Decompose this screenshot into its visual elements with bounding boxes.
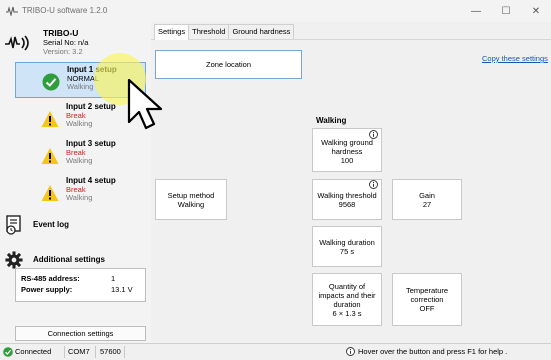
- warning-icon: [41, 185, 59, 201]
- power-supply-value: 13.1 V: [111, 285, 133, 294]
- additional-settings-label: Additional settings: [33, 255, 105, 264]
- input-activity: Walking: [67, 82, 94, 91]
- mouse-cursor-icon: [127, 78, 163, 130]
- setup-method-label: Setup method: [167, 190, 215, 200]
- connected-check-icon: [3, 347, 13, 357]
- impacts-button[interactable]: Quantity of impacts and their duration 6…: [312, 273, 382, 326]
- status-separator: [124, 346, 125, 358]
- connection-status: Connected: [15, 347, 52, 356]
- input-activity: Walking: [66, 193, 93, 202]
- title-bar: TRIBO-U software 1.2.0 — ☐ ✕: [0, 0, 551, 22]
- walking-section-title: Walking: [316, 116, 347, 125]
- tab-threshold[interactable]: Threshold: [188, 24, 230, 39]
- status-separator: [64, 346, 65, 358]
- temperature-correction-value: OFF: [419, 304, 435, 313]
- tab-bar: Settings Threshold Ground hardness: [154, 24, 295, 40]
- event-log-label: Event log: [33, 220, 70, 229]
- sidebar-item-input-4[interactable]: Input 4 setup Break Walking: [15, 174, 146, 210]
- status-bar: Connected COM7 57600 Hover over the butt…: [0, 343, 551, 360]
- input-label: Input 3 setup: [66, 139, 116, 148]
- tab-ground-hardness[interactable]: Ground hardness: [228, 24, 295, 39]
- zone-location-button[interactable]: Zone location: [155, 50, 302, 79]
- walking-threshold-value: 9568: [338, 199, 356, 209]
- com-port: COM7: [68, 347, 90, 356]
- walking-duration-button[interactable]: Walking duration 75 s: [312, 226, 382, 267]
- setup-method-value: Walking: [177, 199, 205, 209]
- tab-settings[interactable]: Settings: [154, 24, 190, 40]
- warning-icon: [41, 111, 59, 127]
- ground-hardness-value: 100: [340, 155, 354, 165]
- walking-threshold-label: Walking threshold: [317, 190, 377, 200]
- maximize-button[interactable]: ☐: [491, 0, 521, 22]
- input-label: Input 4 setup: [66, 176, 116, 185]
- setup-method-button[interactable]: Setup method Walking: [155, 179, 227, 220]
- gain-value: 27: [422, 199, 432, 209]
- gear-icon: [5, 251, 23, 269]
- input-label: Input 2 setup: [66, 102, 116, 111]
- input-activity: Walking: [66, 156, 93, 165]
- app-logo-icon: [6, 6, 18, 16]
- impacts-label: Quantity of impacts and their duration: [318, 281, 376, 309]
- rs485-address-label: RS-485 address:: [21, 274, 80, 283]
- gain-label: Gain: [419, 190, 435, 200]
- close-button[interactable]: ✕: [521, 0, 551, 22]
- minimize-button[interactable]: —: [461, 0, 491, 22]
- baud-rate: 57600: [100, 347, 121, 356]
- walking-duration-value: 75 s: [339, 246, 355, 256]
- temperature-correction-label: Temperature correction: [405, 286, 449, 304]
- help-hint: Hover over the button and press F1 for h…: [358, 347, 508, 356]
- event-log-icon: [6, 215, 21, 235]
- ground-hardness-label: Walking ground hardness: [321, 137, 373, 156]
- tribo-logo-icon: [5, 35, 29, 51]
- device-info-panel: RS-485 address: 1 Power supply: 13.1 V: [15, 268, 146, 302]
- sidebar-item-input-3[interactable]: Input 3 setup Break Walking: [15, 137, 146, 173]
- device-name: TRIBO-U: [43, 28, 79, 38]
- rs485-address-value: 1: [111, 274, 116, 283]
- status-separator: [95, 346, 96, 358]
- info-icon: [346, 347, 355, 356]
- window-title: TRIBO-U software 1.2.0: [22, 6, 108, 15]
- walking-duration-label: Walking duration: [319, 237, 375, 247]
- check-circle-icon: [42, 73, 60, 91]
- sidebar-item-event-log[interactable]: Event log: [3, 213, 148, 237]
- input-activity: Walking: [66, 119, 93, 128]
- temperature-correction-button[interactable]: Temperature correction OFF: [392, 273, 462, 326]
- copy-settings-link[interactable]: Copy these settings: [482, 54, 548, 63]
- power-supply-label: Power supply:: [21, 285, 73, 294]
- connection-settings-button[interactable]: Connection settings: [15, 326, 146, 341]
- info-icon[interactable]: [369, 180, 378, 189]
- info-icon[interactable]: [369, 130, 378, 139]
- impacts-value: 6 × 1.3 s: [332, 308, 362, 318]
- gain-button[interactable]: Gain 27: [392, 179, 462, 220]
- zone-location-label: Zone location: [205, 60, 252, 69]
- serial-number: Serial No: n/a: [43, 38, 89, 47]
- firmware-version: Version: 3.2: [43, 47, 83, 56]
- warning-icon: [41, 148, 59, 164]
